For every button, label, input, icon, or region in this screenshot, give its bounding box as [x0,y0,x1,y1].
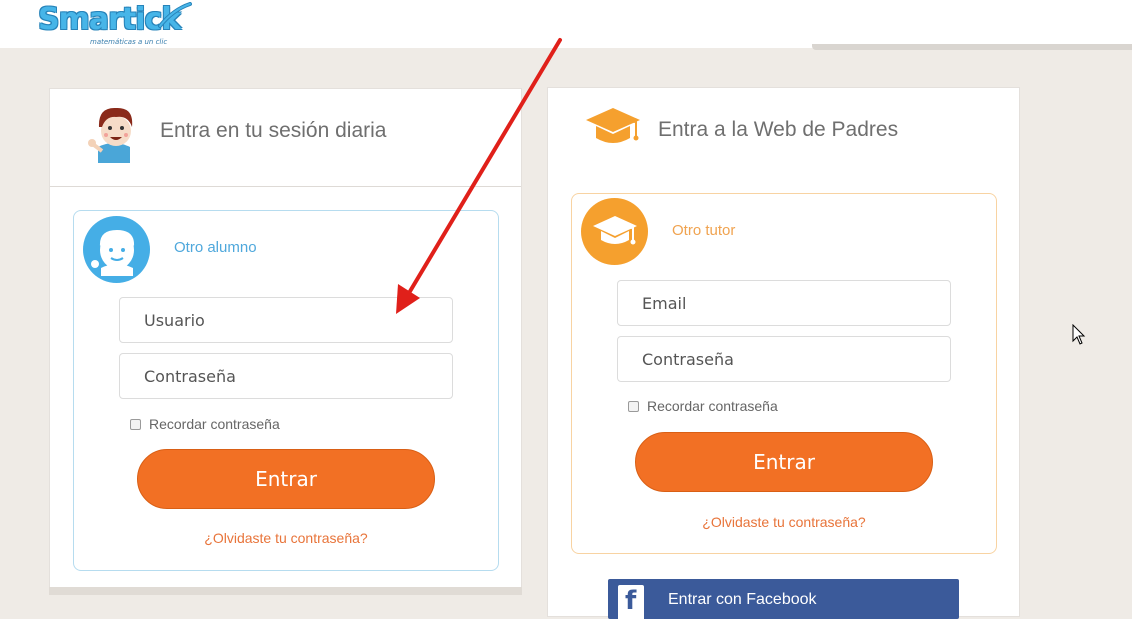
logo-swoosh-icon [158,2,192,28]
parent-password-input[interactable] [617,336,951,382]
student-login-box: Otro alumno Recordar contraseña Entrar ¿… [73,210,499,571]
facebook-login-label: Entrar con Facebook [668,591,817,608]
parent-login-panel: Entra a la Web de Padres Otro tutor Reco… [547,87,1020,619]
other-tutor-label[interactable]: Otro tutor [672,222,735,239]
student-remember-label: Recordar contraseña [149,416,280,432]
graduation-cap-icon [586,108,640,143]
topbar-shadow [812,44,1132,50]
parent-panel-title: Entra a la Web de Padres [658,118,899,141]
kid-avatar-icon [83,216,150,283]
smartick-logo[interactable]: Smartick matemáticas a un clic [38,2,198,48]
logo-tagline: matemáticas a un clic [90,38,168,46]
parent-panel-header: Entra a la Web de Padres [548,88,1019,186]
facebook-icon: f [618,585,644,619]
student-enter-button[interactable]: Entrar [137,449,435,509]
username-input[interactable] [119,297,453,343]
student-login-panel: Entra en tu sesión diaria Otro alumno Re… [49,88,522,595]
student-remember-row[interactable]: Recordar contraseña [130,416,280,432]
parent-enter-button[interactable]: Entrar [635,432,933,492]
facebook-login-button[interactable]: f Entrar con Facebook [608,579,959,619]
parent-login-box: Otro tutor Recordar contraseña Entrar ¿O… [571,193,997,554]
student-panel-title: Entra en tu sesión diaria [160,119,387,142]
mouse-cursor-icon [1072,324,1086,345]
email-input[interactable] [617,280,951,326]
parent-forgot-password-link[interactable]: ¿Olvidaste tu contraseña? [572,514,996,530]
mascot-boy-icon [88,107,133,163]
tutor-cap-avatar-icon [581,198,648,265]
header-divider [50,186,521,187]
student-forgot-password-link[interactable]: ¿Olvidaste tu contraseña? [74,530,498,546]
parent-remember-checkbox[interactable] [628,400,639,412]
student-panel-header: Entra en tu sesión diaria [50,89,521,187]
student-password-input[interactable] [119,353,453,399]
parent-remember-row[interactable]: Recordar contraseña [628,398,778,414]
student-remember-checkbox[interactable] [130,418,141,430]
other-student-label[interactable]: Otro alumno [174,239,257,256]
parent-remember-label: Recordar contraseña [647,398,778,414]
top-bar: Smartick matemáticas a un clic [0,0,1132,48]
